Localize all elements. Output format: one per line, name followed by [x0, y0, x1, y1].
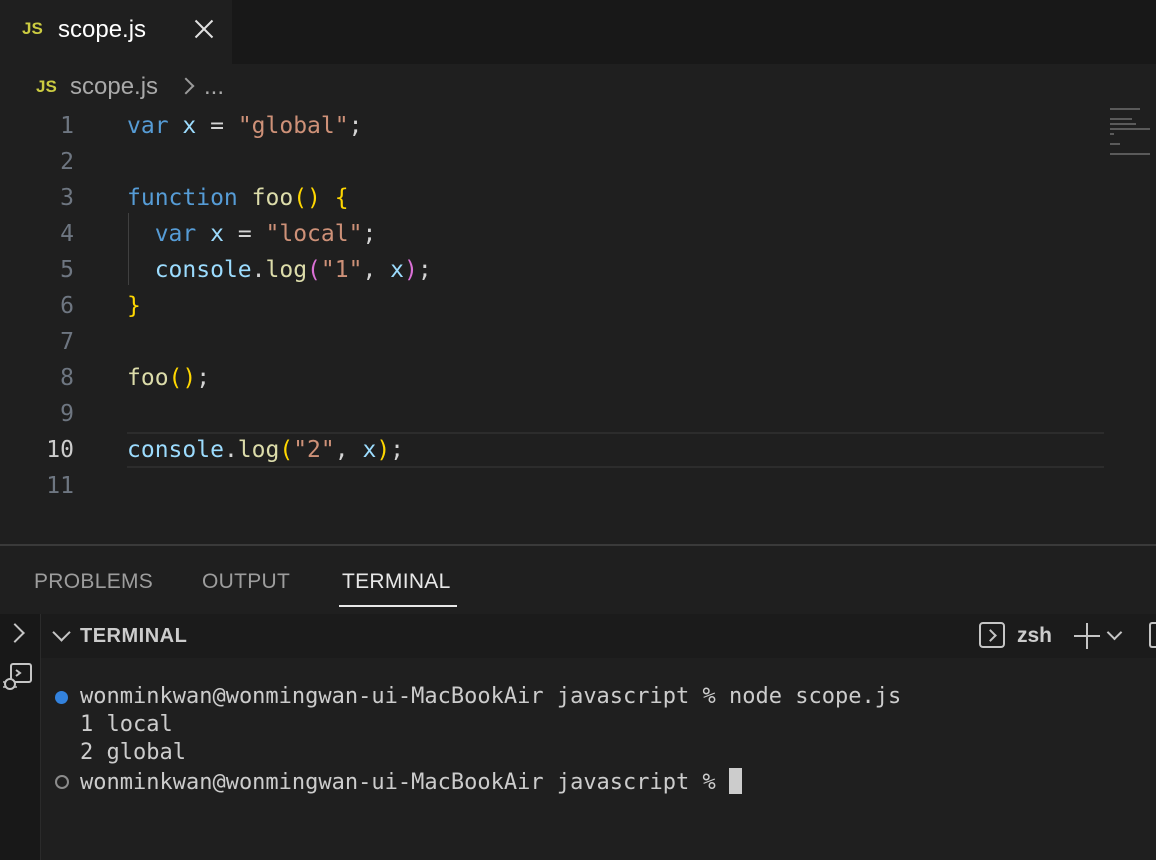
chevron-right-icon[interactable] — [5, 623, 25, 643]
line-number: 7 — [60, 329, 74, 355]
terminal-header: TERMINAL zsh — [41, 614, 1156, 658]
tab-terminal[interactable]: TERMINAL — [342, 570, 451, 594]
breadcrumb-symbols[interactable]: ... — [204, 73, 224, 101]
tab-problems[interactable]: PROBLEMS — [34, 570, 153, 594]
line-number: 2 — [60, 149, 74, 175]
chevron-down-icon[interactable] — [52, 623, 71, 642]
terminal-command-line: wonminkwan@wonmingwan-ui-MacBookAir java… — [80, 684, 901, 709]
code-line-6[interactable]: } — [127, 293, 141, 319]
code-line-3[interactable]: function foo() { — [127, 185, 349, 211]
debug-console-icon[interactable] — [2, 662, 32, 692]
minimap[interactable] — [1110, 108, 1154, 155]
line-number-active: 10 — [46, 437, 74, 463]
plus-icon[interactable] — [1073, 622, 1101, 650]
command-success-dot[interactable] — [55, 691, 68, 704]
panel-tab-bar: PROBLEMS OUTPUT TERMINAL — [0, 546, 1156, 614]
line-number: 1 — [60, 113, 74, 139]
active-tab-indicator — [339, 605, 457, 607]
tab-title: scope.js — [58, 16, 147, 43]
breadcrumb: JS scope.js ... — [0, 64, 1156, 108]
line-number: 9 — [60, 401, 74, 427]
code-line-10[interactable]: console.log("2", x); — [127, 437, 404, 463]
line-number: 6 — [60, 293, 74, 319]
terminal-side-strip — [0, 614, 41, 860]
terminal-output-line: 1 local — [80, 712, 173, 737]
close-icon[interactable] — [190, 15, 218, 43]
terminal-output[interactable]: wonminkwan@wonmingwan-ui-MacBookAir java… — [41, 658, 1156, 860]
terminal-output-line: 2 global — [80, 740, 186, 765]
code-line-8[interactable]: foo(); — [127, 365, 210, 391]
terminal-section-title[interactable]: TERMINAL — [80, 625, 187, 648]
code-editor[interactable]: 1 2 3 4 5 6 7 8 9 10 11 var x = "global"… — [0, 108, 1156, 544]
shell-name[interactable]: zsh — [1017, 624, 1052, 648]
tab-output[interactable]: OUTPUT — [202, 570, 290, 594]
code-line-1[interactable]: var x = "global"; — [127, 113, 362, 139]
js-file-icon: JS — [36, 77, 57, 96]
line-number: 8 — [60, 365, 74, 391]
chevron-down-icon[interactable] — [1106, 624, 1123, 641]
terminal-cursor — [729, 768, 743, 794]
split-terminal-icon[interactable] — [1149, 622, 1156, 648]
terminal-icon[interactable] — [979, 622, 1005, 648]
chevron-right-icon — [180, 76, 194, 96]
tab-scope-js[interactable]: JS scope.js — [0, 0, 232, 64]
editor-tab-bar: JS scope.js — [0, 0, 1156, 64]
terminal-prompt: wonminkwan@wonmingwan-ui-MacBookAir java… — [80, 770, 716, 795]
js-file-icon: JS — [22, 19, 43, 38]
line-number: 3 — [60, 185, 74, 211]
code-line-5[interactable]: console.log("1", x); — [127, 257, 432, 283]
terminal-prompt-line[interactable]: wonminkwan@wonmingwan-ui-MacBookAir java… — [80, 768, 743, 795]
line-number: 5 — [60, 257, 74, 283]
line-number: 4 — [60, 221, 74, 247]
breadcrumb-file[interactable]: scope.js — [70, 73, 158, 101]
command-pending-dot — [55, 775, 69, 789]
terminal-prompt: wonminkwan@wonmingwan-ui-MacBookAir java… — [80, 684, 716, 709]
terminal-command: node scope.js — [729, 684, 902, 709]
code-line-4[interactable]: var x = "local"; — [127, 221, 377, 247]
line-number: 11 — [46, 473, 74, 499]
